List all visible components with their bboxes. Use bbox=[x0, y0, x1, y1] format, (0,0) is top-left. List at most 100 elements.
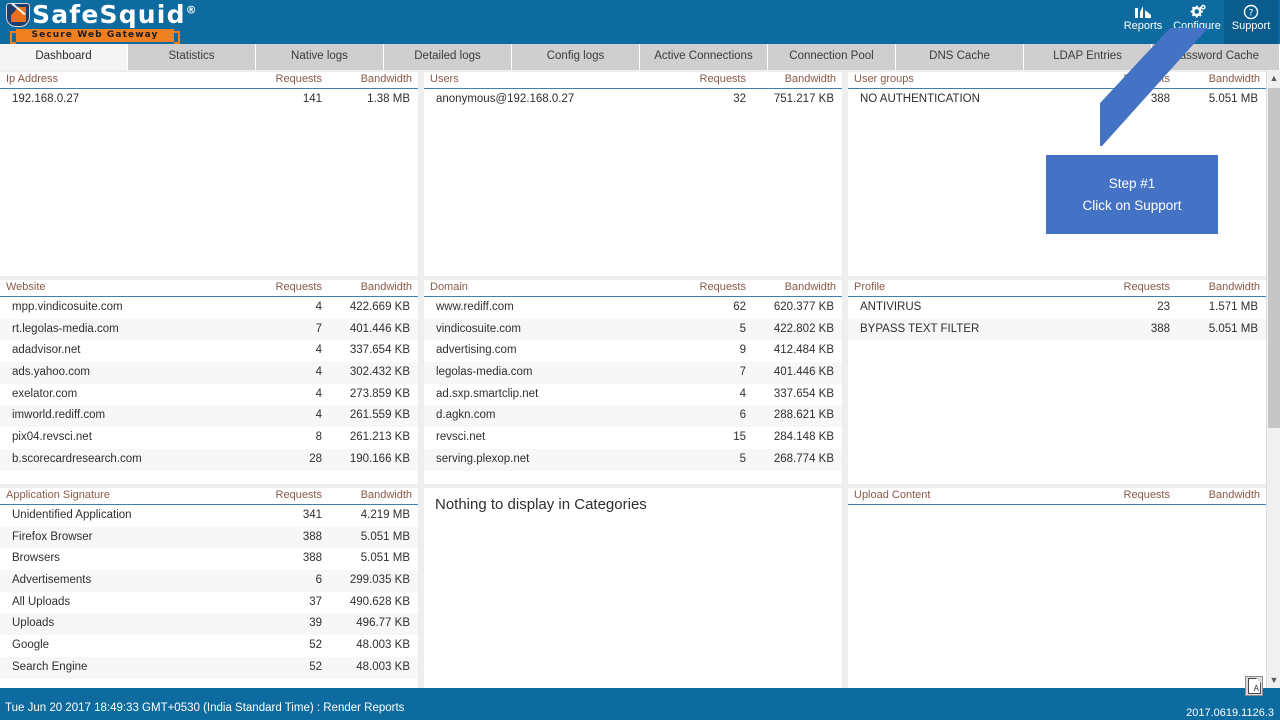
column-header-requests: Requests bbox=[275, 73, 322, 85]
table-row[interactable]: revsci.net 15 284.148 KB bbox=[424, 427, 842, 449]
row-bandwidth: 1.38 MB bbox=[367, 93, 410, 105]
column-header-bandwidth: Bandwidth bbox=[784, 281, 836, 293]
table-row[interactable]: rt.legolas-media.com 7 401.446 KB bbox=[0, 318, 418, 341]
row-name: Firefox Browser bbox=[12, 530, 93, 543]
table-row[interactable]: d.agkn.com 6 288.621 KB bbox=[424, 405, 842, 428]
svg-text:?: ? bbox=[1249, 9, 1254, 19]
row-name: BYPASS TEXT FILTER bbox=[860, 322, 980, 335]
row-name: vindicosuite.com bbox=[436, 322, 522, 335]
row-bandwidth: 288.621 KB bbox=[773, 409, 834, 422]
row-name: b.scorecardresearch.com bbox=[12, 452, 142, 465]
table-row[interactable]: vindicosuite.com 5 422.802 KB bbox=[424, 318, 842, 341]
nav-support[interactable]: ? Support bbox=[1224, 0, 1278, 44]
table-row[interactable]: anonymous@192.168.0.27 32 751.217 KB bbox=[424, 89, 842, 111]
table-row[interactable]: legolas-media.com 7 401.446 KB bbox=[424, 362, 842, 384]
nav-configure[interactable]: Configure bbox=[1170, 0, 1224, 44]
panel-rows: www.rediff.com 62 620.377 KB vindicosuite.… bbox=[424, 297, 842, 471]
tab-password-cache[interactable]: Password Cache bbox=[1152, 44, 1280, 70]
row-name: Advertisements bbox=[12, 574, 92, 587]
table-row[interactable]: Uploads 39 496.77 KB bbox=[0, 613, 418, 636]
row-requests: 23 bbox=[1157, 301, 1170, 313]
scroll-up-icon[interactable]: ▲ bbox=[1267, 70, 1280, 86]
row-bandwidth: 48.003 KB bbox=[356, 639, 410, 652]
scrollbar-thumb[interactable] bbox=[1268, 88, 1280, 428]
panel-rows: anonymous@192.168.0.27 32 751.217 KB bbox=[424, 89, 842, 111]
table-row[interactable]: All Uploads 37 490.628 KB bbox=[0, 592, 418, 614]
column-header-bandwidth: Bandwidth bbox=[360, 489, 412, 501]
tab-config-logs[interactable]: Config logs bbox=[512, 44, 640, 70]
table-row[interactable]: ANTIVIRUS 23 1.571 MB bbox=[848, 297, 1266, 319]
tab-connection-pool[interactable]: Connection Pool bbox=[768, 44, 896, 70]
row-bandwidth: 401.446 KB bbox=[349, 322, 410, 335]
table-row[interactable]: Search Engine 52 48.003 KB bbox=[0, 656, 418, 679]
row-name: revsci.net bbox=[436, 431, 486, 444]
row-requests: 6 bbox=[739, 409, 746, 422]
panel-header: Domain Requests Bandwidth bbox=[424, 280, 842, 297]
nav-configure-label: Configure bbox=[1173, 20, 1221, 32]
version-label: 2017.0619.1126.3 bbox=[1186, 707, 1274, 719]
row-bandwidth: 48.003 KB bbox=[356, 660, 410, 673]
table-row[interactable]: BYPASS TEXT FILTER 388 5.051 MB bbox=[848, 318, 1266, 341]
status-bar: Tue Jun 20 2017 18:49:33 GMT+0530 (India… bbox=[0, 676, 1280, 720]
tab-detailed-logs[interactable]: Detailed logs bbox=[384, 44, 512, 70]
row-name: imworld.rediff.com bbox=[12, 409, 106, 422]
table-row[interactable]: mpp.vindicosuite.com 4 422.669 KB bbox=[0, 297, 418, 319]
scroll-down-icon[interactable]: ▼ bbox=[1267, 672, 1280, 688]
row-name: legolas-media.com bbox=[436, 366, 533, 379]
pdf-icon[interactable]: A bbox=[1245, 676, 1263, 696]
row-name: www.rediff.com bbox=[436, 301, 514, 313]
panel-title: Domain bbox=[430, 281, 468, 293]
brand-name: SafeSquid® bbox=[32, 0, 198, 29]
table-row[interactable]: ad.sxp.smartclip.net 4 337.654 KB bbox=[424, 384, 842, 406]
table-row[interactable]: Unidentified Application 341 4.219 MB bbox=[0, 505, 418, 527]
table-row[interactable]: Firefox Browser 388 5.051 MB bbox=[0, 526, 418, 549]
panel-users: Users Requests Bandwidth anonymous@192.1… bbox=[424, 72, 842, 276]
callout-line-2: Click on Support bbox=[1082, 198, 1182, 213]
tab-dashboard[interactable]: Dashboard bbox=[0, 44, 128, 70]
tab-ldap-entries[interactable]: LDAP Entries bbox=[1024, 44, 1152, 70]
table-row[interactable]: pix04.revsci.net 8 261.213 KB bbox=[0, 427, 418, 449]
tab-active-connections[interactable]: Active Connections bbox=[640, 44, 768, 70]
table-row[interactable]: 192.168.0.27 141 1.38 MB bbox=[0, 89, 418, 111]
row-requests: 15 bbox=[733, 431, 746, 444]
row-bandwidth: 284.148 KB bbox=[773, 431, 834, 444]
tab-statistics[interactable]: Statistics bbox=[128, 44, 256, 70]
row-requests: 341 bbox=[302, 509, 322, 521]
table-row[interactable]: www.rediff.com 62 620.377 KB bbox=[424, 297, 842, 319]
panel-rows: NO AUTHENTICATION 388 5.051 MB bbox=[848, 89, 1266, 111]
callout-line-1: Step #1 bbox=[1108, 176, 1156, 191]
panel-rows: mpp.vindicosuite.com 4 422.669 KB rt.legol… bbox=[0, 297, 418, 471]
panel-header: Ip Address Requests Bandwidth bbox=[0, 72, 418, 89]
table-row[interactable]: Browsers 388 5.051 MB bbox=[0, 548, 418, 570]
row-name: ads.yahoo.com bbox=[12, 366, 90, 379]
row-requests: 4 bbox=[739, 387, 746, 400]
empty-state-message: Nothing to display in Categories bbox=[435, 496, 647, 513]
table-row[interactable]: Google 52 48.003 KB bbox=[0, 635, 418, 657]
nav-reports-label: Reports bbox=[1123, 20, 1163, 32]
nav-reports[interactable]: Reports bbox=[1116, 0, 1170, 44]
row-bandwidth: 302.432 KB bbox=[349, 366, 410, 379]
row-requests: 9 bbox=[739, 344, 746, 357]
table-row[interactable]: ads.yahoo.com 4 302.432 KB bbox=[0, 362, 418, 384]
panel-rows: ANTIVIRUS 23 1.571 MB BYPASS TEXT FILTER 38… bbox=[848, 297, 1266, 341]
table-row[interactable]: imworld.rediff.com 4 261.559 KB bbox=[0, 405, 418, 428]
page-scrollbar[interactable]: ▲ ▼ bbox=[1266, 70, 1280, 688]
table-row[interactable]: serving.plexop.net 5 268.774 KB bbox=[424, 448, 842, 471]
tab-native-logs[interactable]: Native logs bbox=[256, 44, 384, 70]
table-row[interactable]: adadvisor.net 4 337.654 KB bbox=[0, 340, 418, 362]
table-row[interactable]: NO AUTHENTICATION 388 5.051 MB bbox=[848, 89, 1266, 111]
table-row[interactable]: b.scorecardresearch.com 28 190.166 KB bbox=[0, 448, 418, 471]
table-row[interactable]: exelator.com 4 273.859 KB bbox=[0, 384, 418, 406]
row-requests: 62 bbox=[733, 301, 746, 313]
panel-title: Ip Address bbox=[6, 73, 58, 85]
panel-header: User groups Requests Bandwidth bbox=[848, 72, 1266, 89]
tab-dns-cache[interactable]: DNS Cache bbox=[896, 44, 1024, 70]
panel-rows: Unidentified Application 341 4.219 MB Fire… bbox=[0, 505, 418, 679]
table-row[interactable]: advertising.com 9 412.484 KB bbox=[424, 340, 842, 362]
row-bandwidth: 5.051 MB bbox=[360, 552, 410, 565]
panel-profile: Profile Requests Bandwidth ANTIVIRUS 23 1.… bbox=[848, 280, 1266, 484]
column-header-requests: Requests bbox=[699, 73, 746, 85]
row-name: exelator.com bbox=[12, 387, 78, 400]
table-row[interactable]: Advertisements 6 299.035 KB bbox=[0, 570, 418, 592]
panel-domain: Domain Requests Bandwidth www.rediff.com… bbox=[424, 280, 842, 484]
